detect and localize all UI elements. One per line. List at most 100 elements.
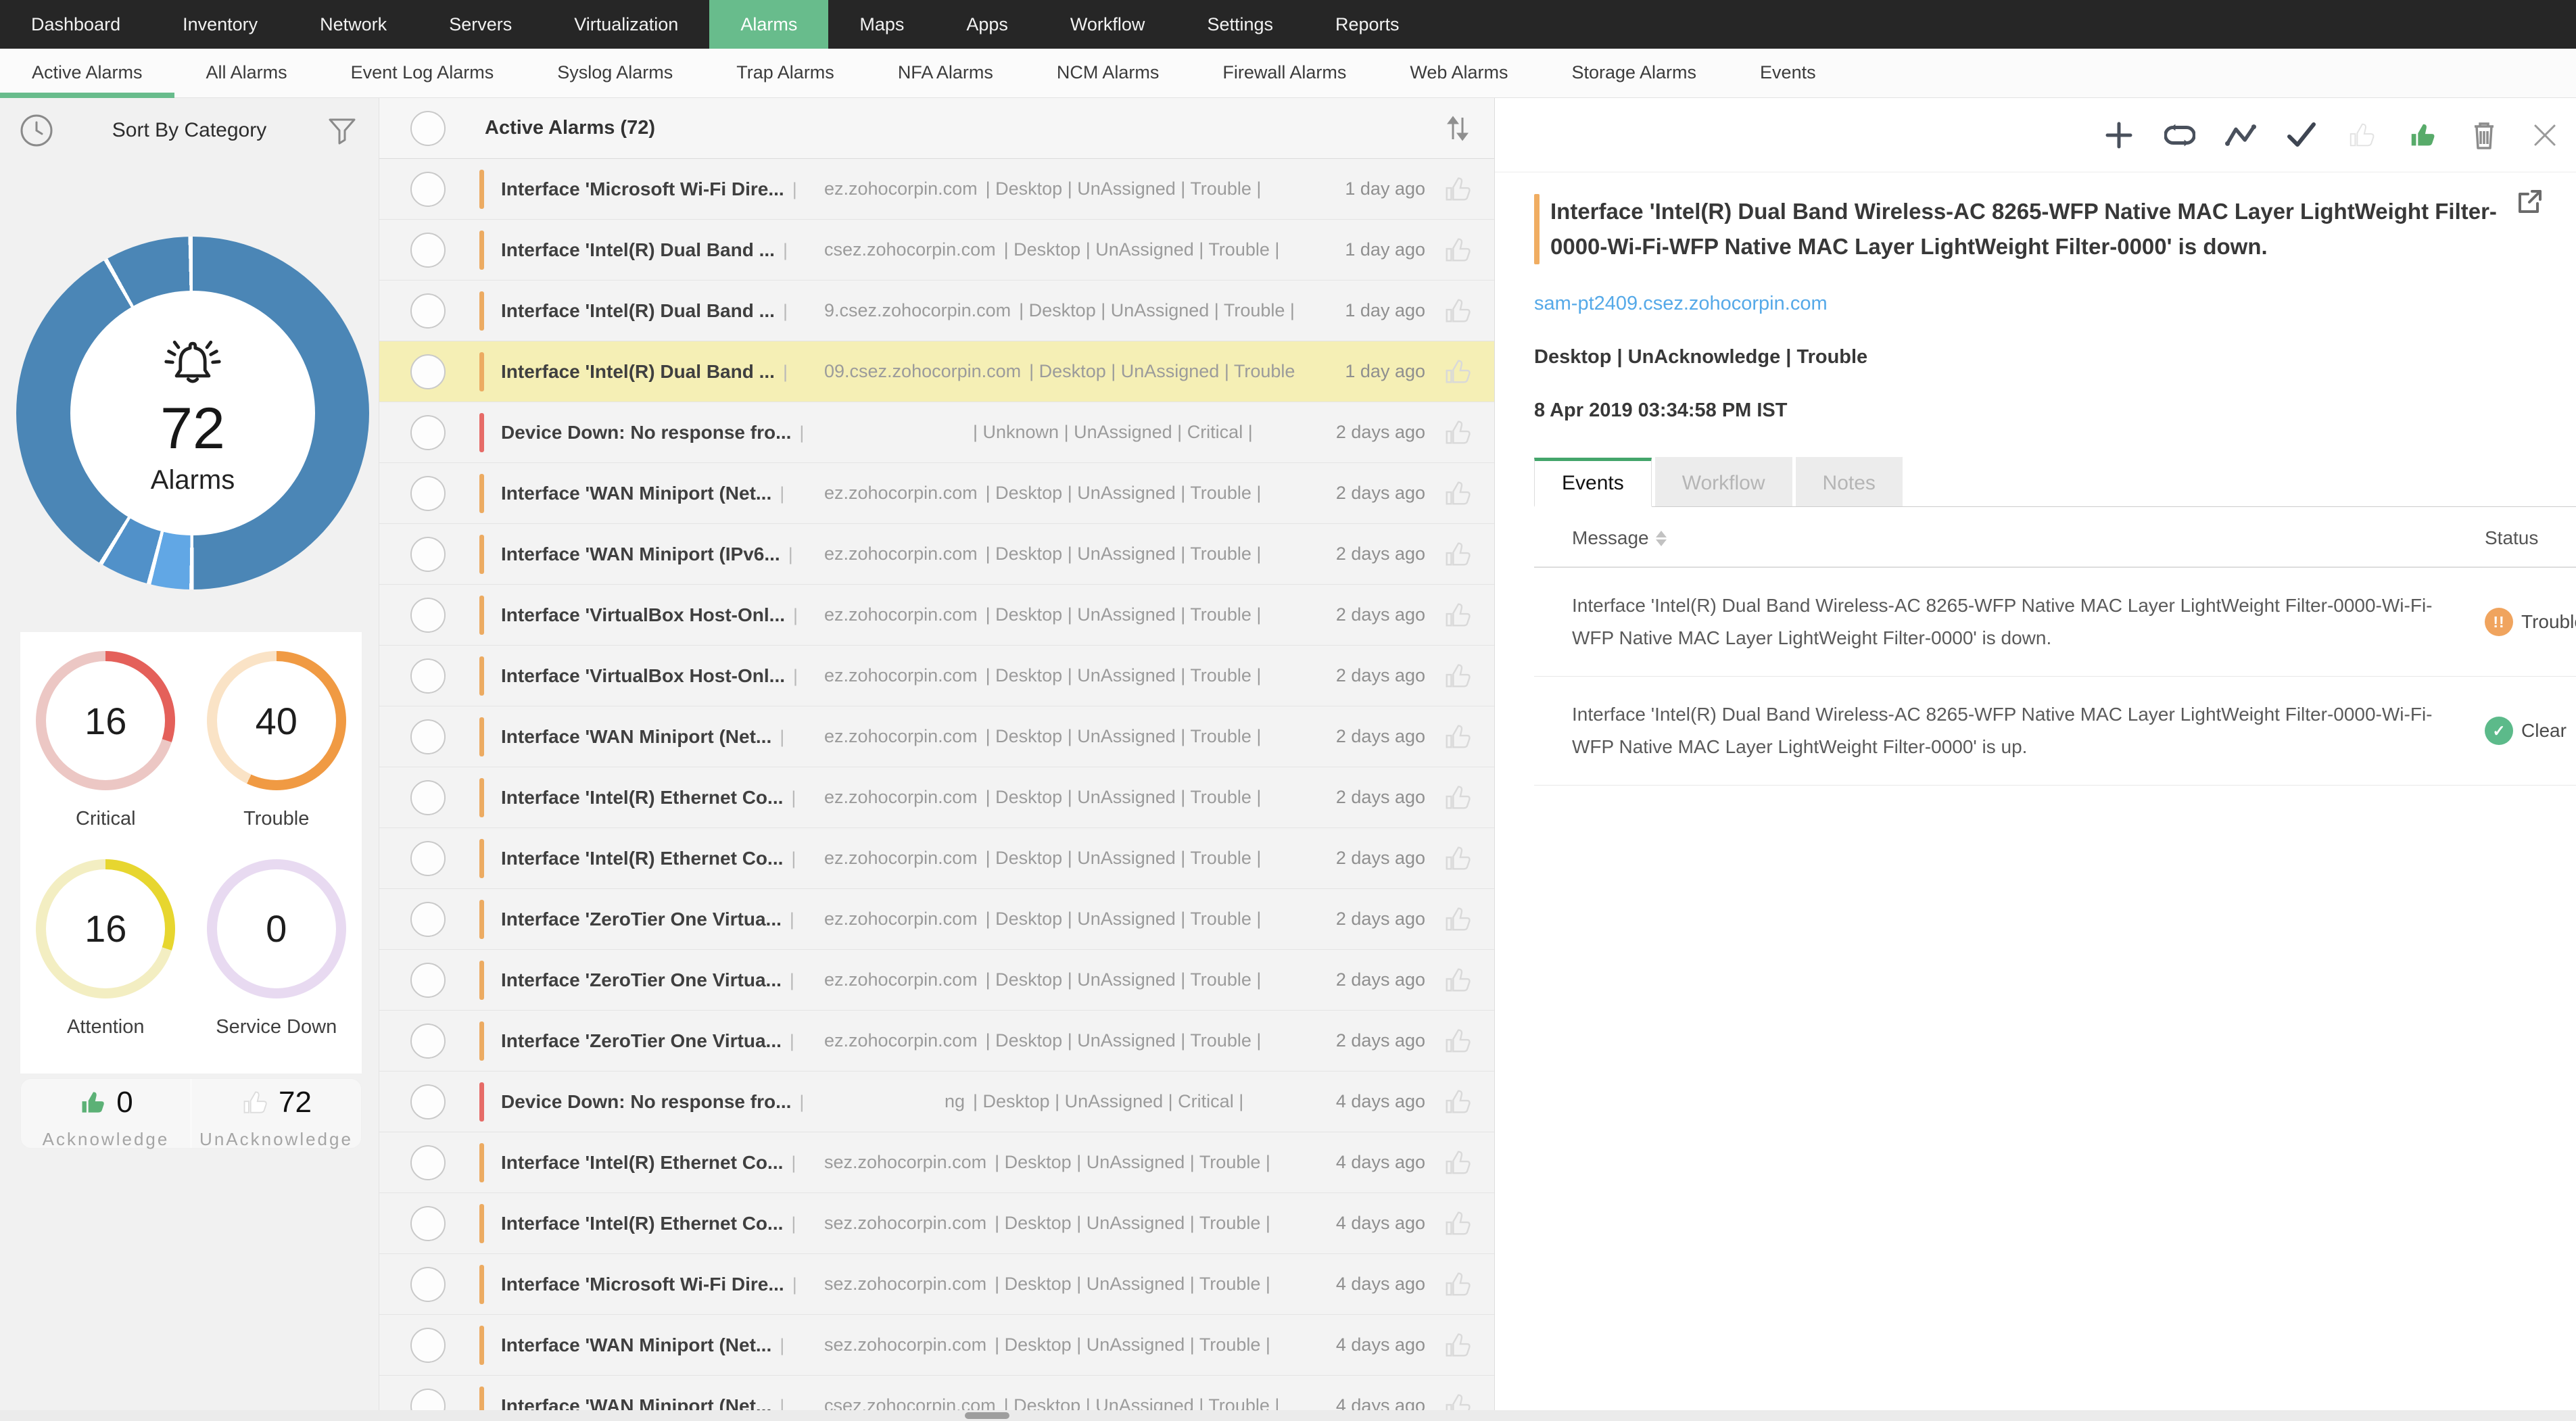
alarm-tab[interactable]: NCM Alarms: [1025, 49, 1191, 97]
alarm-row[interactable]: Interface 'WAN Miniport (Net... | sez.zo…: [379, 1315, 1494, 1376]
thumbs-up-icon[interactable]: [1443, 235, 1474, 266]
thumbs-up-icon[interactable]: [1443, 1330, 1474, 1361]
row-checkbox[interactable]: [410, 1023, 446, 1059]
alarm-row[interactable]: Interface 'Microsoft Wi-Fi Dire... | sez…: [379, 1254, 1494, 1315]
row-checkbox[interactable]: [410, 293, 446, 329]
alarm-row[interactable]: Interface 'Intel(R) Ethernet Co... | ez.…: [379, 828, 1494, 889]
alarm-tab[interactable]: Web Alarms: [1378, 49, 1540, 97]
alarm-tab[interactable]: Trap Alarms: [705, 49, 866, 97]
alarm-message[interactable]: Interface 'VirtualBox Host-Onl...: [501, 604, 785, 626]
alarm-tab[interactable]: Event Log Alarms: [319, 49, 526, 97]
check-icon[interactable]: [2286, 120, 2317, 151]
row-checkbox[interactable]: [410, 779, 446, 815]
alarm-message[interactable]: Interface 'Microsoft Wi-Fi Dire...: [501, 178, 784, 200]
alarm-message[interactable]: Interface 'ZeroTier One Virtua...: [501, 909, 782, 930]
row-checkbox[interactable]: [410, 840, 446, 876]
thumbs-up-icon[interactable]: [1443, 174, 1474, 205]
thumbs-up-icon[interactable]: [1443, 1086, 1474, 1117]
thumbs-up-icon[interactable]: [1443, 965, 1474, 996]
alarm-message[interactable]: Interface 'Intel(R) Ethernet Co...: [501, 1152, 783, 1174]
alarm-message[interactable]: Interface 'VirtualBox Host-Onl...: [501, 665, 785, 687]
severity-donut[interactable]: 16 Critical: [20, 651, 191, 859]
alarm-message[interactable]: Device Down: No response fro...: [501, 1091, 791, 1113]
alarm-row[interactable]: Interface 'WAN Miniport (Net... | ez.zoh…: [379, 706, 1494, 767]
alarm-message[interactable]: Interface 'ZeroTier One Virtua...: [501, 1030, 782, 1052]
row-checkbox[interactable]: [410, 901, 446, 937]
thumbs-up-icon[interactable]: [1443, 600, 1474, 631]
severity-donut[interactable]: 0 Service Down: [191, 859, 362, 1067]
row-checkbox[interactable]: [410, 597, 446, 633]
horizontal-scrollbar-thumb[interactable]: [965, 1412, 1009, 1419]
top-nav-item[interactable]: Dashboard: [0, 0, 151, 49]
alarm-row[interactable]: Interface 'WAN Miniport (IPv6... | ez.zo…: [379, 524, 1494, 585]
alarm-message[interactable]: Interface 'WAN Miniport (Net...: [501, 1334, 771, 1356]
alarm-message[interactable]: Interface 'Intel(R) Dual Band ...: [501, 361, 775, 383]
acknowledge-filter[interactable]: 0 Acknowledge: [21, 1079, 191, 1149]
row-checkbox[interactable]: [410, 1145, 446, 1180]
severity-donut[interactable]: 16 Attention: [20, 859, 191, 1067]
detail-tab[interactable]: Notes: [1795, 457, 1903, 506]
filter-icon[interactable]: [323, 112, 361, 149]
device-link[interactable]: sam-pt2409.csez.zohocorpin.com: [1534, 293, 1828, 315]
unacknowledge-filter[interactable]: 72 UnAcknowledge: [191, 1079, 361, 1149]
alarm-row[interactable]: Device Down: No response fro... | ng | D…: [379, 1071, 1494, 1132]
alarm-row[interactable]: Interface 'Intel(R) Dual Band ... | 9.cs…: [379, 281, 1494, 341]
thumbs-up-icon[interactable]: [1443, 843, 1474, 874]
alarm-message[interactable]: Interface 'ZeroTier One Virtua...: [501, 969, 782, 991]
thumbs-up-icon[interactable]: [1443, 478, 1474, 509]
thumbs-up-icon[interactable]: [1443, 1147, 1474, 1178]
alarm-tab[interactable]: NFA Alarms: [866, 49, 1025, 97]
top-nav-item[interactable]: Alarms: [709, 0, 829, 49]
alarm-tab[interactable]: Active Alarms: [0, 49, 174, 98]
alarm-message[interactable]: Interface 'Intel(R) Dual Band ...: [501, 300, 775, 322]
top-nav-item[interactable]: Maps: [828, 0, 935, 49]
alarm-row[interactable]: Interface 'Microsoft Wi-Fi Dire... | ez.…: [379, 159, 1494, 220]
thumbs-up-icon[interactable]: [1443, 782, 1474, 813]
status-column-header[interactable]: Status: [2485, 527, 2538, 549]
select-all-checkbox[interactable]: [410, 110, 446, 146]
severity-donut[interactable]: 40 Trouble: [191, 651, 362, 859]
top-nav-item[interactable]: Workflow: [1039, 0, 1176, 49]
row-checkbox[interactable]: [410, 962, 446, 998]
thumbs-up-icon[interactable]: [1443, 1208, 1474, 1239]
event-row[interactable]: Interface 'Intel(R) Dual Band Wireless-A…: [1534, 568, 2576, 677]
link-loop-icon[interactable]: [2164, 120, 2195, 151]
top-nav-item[interactable]: Reports: [1304, 0, 1431, 49]
alarm-row[interactable]: Interface 'VirtualBox Host-Onl... | ez.z…: [379, 585, 1494, 646]
alarm-row[interactable]: Device Down: No response fro... | | Unkn…: [379, 402, 1494, 463]
acknowledge-thumb-icon[interactable]: [2347, 120, 2378, 151]
top-nav-item[interactable]: Servers: [418, 0, 543, 49]
alarm-message[interactable]: Interface 'WAN Miniport (Net...: [501, 483, 771, 504]
open-external-icon[interactable]: [2514, 187, 2544, 217]
add-icon[interactable]: [2103, 120, 2134, 151]
close-icon[interactable]: [2529, 120, 2560, 151]
alarm-row[interactable]: Interface 'VirtualBox Host-Onl... | ez.z…: [379, 646, 1494, 706]
history-clock-icon[interactable]: [18, 112, 55, 149]
alarm-tab[interactable]: Storage Alarms: [1540, 49, 1728, 97]
delete-trash-icon[interactable]: [2468, 120, 2500, 151]
row-checkbox[interactable]: [410, 1327, 446, 1363]
alarm-row[interactable]: Interface 'Intel(R) Ethernet Co... | ez.…: [379, 767, 1494, 828]
row-checkbox[interactable]: [410, 536, 446, 572]
thumbs-up-icon[interactable]: [1443, 660, 1474, 692]
activity-zigzag-icon[interactable]: [2225, 120, 2256, 151]
top-nav-item[interactable]: Inventory: [151, 0, 289, 49]
alarm-message[interactable]: Interface 'WAN Miniport (IPv6...: [501, 544, 780, 565]
alarm-message[interactable]: Interface 'Intel(R) Dual Band ...: [501, 239, 775, 261]
thumbs-up-icon[interactable]: [1443, 1026, 1474, 1057]
row-checkbox[interactable]: [410, 354, 446, 389]
alarm-row[interactable]: Interface 'WAN Miniport (Net... | ez.zoh…: [379, 463, 1494, 524]
row-checkbox[interactable]: [410, 171, 446, 207]
thumbs-up-icon[interactable]: [1443, 904, 1474, 935]
top-nav-item[interactable]: Apps: [935, 0, 1039, 49]
alarm-row[interactable]: Interface 'Intel(R) Dual Band ... | csez…: [379, 220, 1494, 281]
alarm-row[interactable]: Interface 'Intel(R) Ethernet Co... | sez…: [379, 1132, 1494, 1193]
message-column-header[interactable]: Message: [1572, 527, 2485, 549]
alarm-tab[interactable]: All Alarms: [174, 49, 319, 97]
alarms-by-category-donut[interactable]: 72 Alarms: [16, 237, 369, 589]
alarm-row[interactable]: Interface 'Intel(R) Ethernet Co... | sez…: [379, 1193, 1494, 1254]
row-checkbox[interactable]: [410, 658, 446, 694]
sort-order-icon[interactable]: [1444, 114, 1471, 143]
top-nav-item[interactable]: Settings: [1176, 0, 1304, 49]
row-checkbox[interactable]: [410, 232, 446, 268]
